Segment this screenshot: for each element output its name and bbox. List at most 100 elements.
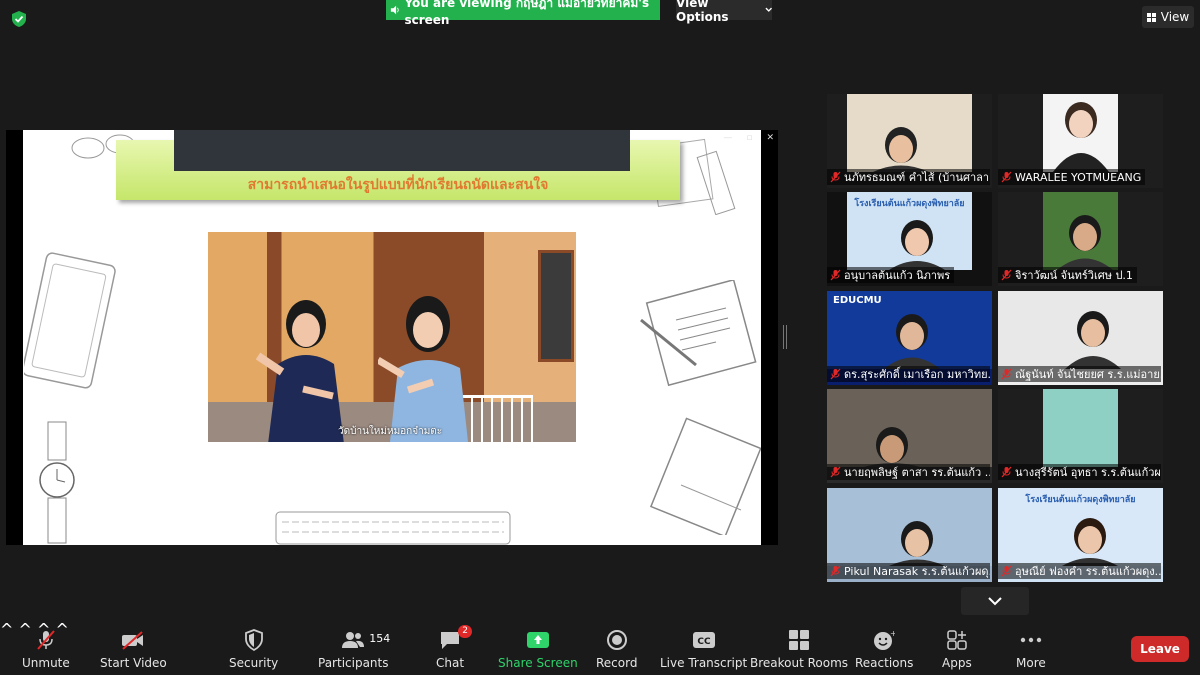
participant-name: อนุบาลต้นแก้ว นิภาพร (844, 269, 951, 282)
photo-railing (463, 395, 533, 442)
notebook-pen-sketch (640, 280, 757, 387)
share-screen-icon (526, 632, 549, 648)
participant-name: จิราวัฒน์ จันทร์วิเศษ ป.1 (1015, 269, 1133, 282)
participant-name: นายฤพลิษฐ์ ตาสา รร.ต้นแก้ว ... (844, 466, 990, 479)
watch-sketch (39, 421, 75, 544)
svg-text:EDUCMU: EDUCMU (833, 295, 882, 306)
chevron-down-icon (988, 596, 1002, 605)
mic-muted-icon (1001, 565, 1012, 577)
more-button[interactable]: More (1016, 628, 1046, 670)
svg-text:โรงเรียนต้นแก้วผดุงพิทยาลัย: โรงเรียนต้นแก้วผดุงพิทยาลัย (853, 197, 964, 209)
slide-photo: วัดบ้านใหม่หมอกจ๋ามตะ (208, 232, 576, 442)
grid-view-icon (1146, 12, 1156, 22)
meeting-toolbar: Unmute ^ Start Video ^ Security 154 Part… (0, 620, 1200, 675)
participants-count: 154 (369, 632, 391, 645)
participant-tile[interactable]: WARALEE YOTMUEANG (998, 94, 1163, 188)
share-left-border (6, 130, 23, 545)
participant-name: WARALEE YOTMUEANG (1015, 170, 1142, 184)
photo-window (538, 250, 574, 362)
participant-video (1043, 389, 1118, 467)
person-left (255, 300, 344, 442)
participant-tile[interactable]: EDUCMU ดร.สุระศักดิ์ เมาเรือก มหาวิทย... (827, 291, 992, 385)
slide-header-dark (174, 130, 630, 171)
mic-muted-icon (830, 269, 841, 281)
shared-screen[interactable]: — ▫ ✕ สามารถนำเสนอในรูปแบบที่นักเรียนถนัดแ… (6, 130, 778, 545)
closed-caption-icon: CC (692, 632, 715, 648)
apps-icon (947, 630, 967, 650)
audio-options-caret[interactable]: ^ (0, 620, 13, 639)
breakout-rooms-button[interactable]: Breakout Rooms (750, 628, 848, 670)
mic-muted-icon (1001, 171, 1012, 183)
chat-button[interactable]: 2 Chat (436, 625, 473, 670)
participant-name-label: WARALEE YOTMUEANG (998, 169, 1146, 185)
participant-video (1043, 192, 1118, 270)
more-label: More (1016, 656, 1046, 670)
mic-muted-icon (1001, 466, 1012, 478)
participant-tile[interactable]: จิราวัฒน์ จันทร์วิเศษ ป.1 (998, 192, 1163, 286)
view-label: View (1160, 10, 1190, 24)
keyboard-sketch (275, 511, 511, 545)
leave-button[interactable]: Leave (1131, 636, 1189, 662)
participant-video (998, 291, 1163, 369)
participant-video (1043, 94, 1118, 172)
participant-video: โรงเรียนต้นแก้วผดุงพิทยาลัย (998, 488, 1163, 566)
encryption-shield-icon[interactable] (10, 10, 28, 28)
participant-video: โรงเรียนต้นแก้วผดุงพิทยาลัย (847, 192, 972, 270)
tablet-sketch (24, 252, 116, 389)
reactions-smiley-icon: + (874, 629, 895, 650)
speaker-icon (390, 5, 399, 15)
participant-name: อุษณีย์ ฟองคำ รร.ต้นแก้วผดุง... (1015, 565, 1161, 578)
reactions-label: Reactions (855, 656, 914, 670)
participant-tile[interactable]: นายฤพลิษฐ์ ตาสา รร.ต้นแก้ว ... (827, 389, 992, 483)
chevron-down-icon (764, 7, 772, 12)
chat-label: Chat (436, 656, 465, 670)
participant-tile[interactable]: โรงเรียนต้นแก้วผดุงพิทยาลัยอนุบาลต้นแก้ว… (827, 192, 992, 286)
participant-name-label: ณัฐนันท์ จันไชยยศ ร.ร.แม่อาย... (998, 366, 1161, 382)
participant-video (847, 94, 972, 172)
svg-text:CC: CC (697, 637, 711, 647)
participant-name: Pikul Narasak ร.ร.ต้นแก้วผดุ... (844, 565, 990, 578)
panel-resize-handle[interactable] (783, 325, 787, 349)
participant-name-label: นายฤพลิษฐ์ ตาสา รร.ต้นแก้ว ... (827, 464, 990, 480)
participant-name-label: Pikul Narasak ร.ร.ต้นแก้วผดุ... (827, 563, 990, 579)
participant-name-label: อนุบาลต้นแก้ว นิภาพร (827, 267, 955, 283)
participant-video (827, 389, 992, 467)
live-transcript-label: Live Transcript (660, 656, 748, 670)
participant-name-label: จิราวัฒน์ จันทร์วิเศษ ป.1 (998, 267, 1137, 283)
mic-muted-icon (1001, 368, 1012, 380)
mic-muted-icon (37, 630, 55, 650)
photo-caption: วัดบ้านใหม่หมอกจ๋ามตะ (338, 426, 443, 437)
unmute-button[interactable]: Unmute (22, 628, 70, 670)
participant-video (827, 488, 992, 566)
participant-name: ดร.สุระศักดิ์ เมาเรือก มหาวิทย... (844, 368, 990, 381)
view-options-button[interactable]: View Options (676, 0, 772, 24)
security-label: Security (229, 656, 279, 670)
participant-name: นางสุรีรัตน์ อุทธา ร.ร.ต้นแก้วผ... (1015, 466, 1161, 479)
share-screen-button[interactable]: Share Screen (498, 628, 578, 670)
participant-name: นภัทรธมณฑ์ คำไส้ (บ้านศาลา) (844, 171, 990, 184)
participant-name-label: นางสุรีรัตน์ อุทธา ร.ร.ต้นแก้วผ... (998, 464, 1161, 480)
gallery-scroll-down-button[interactable] (961, 587, 1029, 615)
participant-tile[interactable]: นางสุรีรัตน์ อุทธา ร.ร.ต้นแก้วผ... (998, 389, 1163, 483)
more-dots-icon (1020, 637, 1042, 643)
security-button[interactable]: Security (229, 628, 278, 670)
apps-button[interactable]: Apps (942, 628, 972, 670)
participant-tile[interactable]: นภัทรธมณฑ์ คำไส้ (บ้านศาลา) (827, 94, 992, 188)
view-button[interactable]: View (1142, 6, 1194, 28)
mic-muted-icon (830, 171, 841, 183)
participant-tile[interactable]: ณัฐนันท์ จันไชยยศ ร.ร.แม่อาย... (998, 291, 1163, 385)
video-off-icon (122, 631, 144, 650)
security-shield-icon (244, 629, 263, 651)
participant-tile[interactable]: Pikul Narasak ร.ร.ต้นแก้วผดุ... (827, 488, 992, 582)
participant-tile[interactable]: โรงเรียนต้นแก้วผดุงพิทยาลัย อุษณีย์ ฟองคำ… (998, 488, 1163, 582)
apps-label: Apps (942, 656, 972, 670)
svg-text:+: + (890, 629, 895, 638)
live-transcript-button[interactable]: CC Live Transcript (660, 628, 747, 670)
person-right (378, 296, 468, 442)
participant-name-label: อุษณีย์ ฟองคำ รร.ต้นแก้วผดุง... (998, 563, 1161, 579)
reactions-button[interactable]: + Reactions (855, 628, 913, 670)
record-icon (606, 630, 627, 650)
participants-button[interactable]: 154 Participants (318, 628, 391, 670)
start-video-button[interactable]: Start Video (100, 628, 167, 670)
record-button[interactable]: Record (596, 628, 637, 670)
